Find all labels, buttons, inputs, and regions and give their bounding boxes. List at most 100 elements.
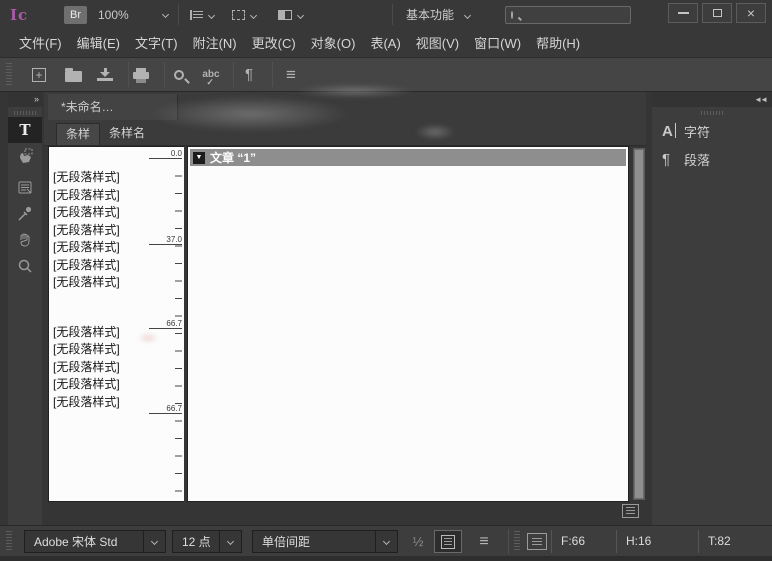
- collapse-triangle-icon[interactable]: ▼: [193, 152, 205, 164]
- minimize-button[interactable]: [668, 3, 698, 23]
- menu-object[interactable]: 对象(O): [304, 30, 363, 58]
- story-header[interactable]: ▼ 文章 “1”: [190, 149, 626, 166]
- menu-changes[interactable]: 更改(C): [245, 30, 303, 58]
- divider: [508, 529, 509, 554]
- eyedropper-tool-icon: [16, 205, 34, 223]
- panel-character-label: 字符: [684, 122, 710, 141]
- zoom-tool-icon: [16, 257, 34, 275]
- status-bar: Adobe 宋体 Std 12 点 单倍间距 ½ ≡ F:66 H:16 T:8…: [0, 525, 772, 556]
- info-panel-icon: [441, 535, 455, 549]
- zoom-tool[interactable]: [8, 253, 42, 279]
- chevron-down-icon: [375, 531, 397, 552]
- view-options-dropdown[interactable]: [190, 6, 214, 24]
- position-tool[interactable]: [8, 143, 42, 169]
- maximize-button[interactable]: [702, 3, 732, 23]
- style-row[interactable]: [无段落样式]: [49, 257, 148, 275]
- spellcheck-button[interactable]: abc✓: [196, 58, 226, 91]
- view-tab-galley[interactable]: 条样: [56, 123, 100, 145]
- divider: [272, 62, 273, 87]
- document-tab-untitled[interactable]: *未命名…: [48, 94, 178, 120]
- chevron-down-icon: [162, 11, 169, 18]
- story-area[interactable]: ▼ 文章 “1”: [187, 146, 629, 502]
- style-row[interactable]: [无段落样式]: [49, 274, 148, 292]
- ruler-label: 66.7: [149, 404, 182, 414]
- close-button[interactable]: ×: [736, 3, 766, 23]
- panel-character[interactable]: A 字符: [652, 117, 772, 145]
- style-row[interactable]: [无段落样式]: [49, 324, 148, 342]
- open-button[interactable]: [58, 58, 88, 91]
- leading-value: 单倍间距: [253, 533, 375, 550]
- view-tab-bar: 条样 条样名: [44, 120, 646, 146]
- panel-paragraph[interactable]: ¶ 段落: [652, 145, 772, 173]
- note-tool[interactable]: [8, 175, 42, 201]
- hidden-characters-button[interactable]: ¶: [234, 58, 264, 91]
- toolbar-grip[interactable]: [6, 63, 12, 87]
- new-document-icon: +: [32, 68, 46, 82]
- font-family-dropdown[interactable]: Adobe 宋体 Std: [24, 530, 166, 553]
- menu-notes[interactable]: 附注(N): [186, 30, 244, 58]
- style-row[interactable]: [无段落样式]: [49, 222, 148, 240]
- maximize-icon: [713, 9, 722, 17]
- dock-grip[interactable]: [701, 111, 723, 115]
- style-row[interactable]: [无段落样式]: [49, 169, 148, 187]
- tools-grip[interactable]: [14, 111, 36, 115]
- frame-edges-dropdown[interactable]: [232, 6, 256, 24]
- stats-grip[interactable]: [514, 531, 520, 552]
- style-row[interactable]: [无段落样式]: [49, 394, 148, 412]
- hand-tool[interactable]: [8, 227, 42, 253]
- menu-help[interactable]: 帮助(H): [529, 30, 587, 58]
- workspace-switcher[interactable]: 基本功能: [406, 6, 470, 24]
- statusbar-menu-button[interactable]: ≡: [472, 530, 496, 553]
- search-box: [505, 6, 631, 24]
- galley-info-toggle-button[interactable]: [434, 530, 462, 553]
- dock-collapse-button[interactable]: ◄◄: [652, 92, 772, 107]
- vertical-scrollbar[interactable]: [633, 148, 645, 500]
- leading-dropdown[interactable]: 单倍间距: [252, 530, 398, 553]
- style-row[interactable]: [无段落样式]: [49, 376, 148, 394]
- chevron-down-icon: [208, 11, 215, 18]
- view-tab-second[interactable]: 条样名: [100, 123, 154, 145]
- font-size-dropdown[interactable]: 12 点: [172, 530, 242, 553]
- eyedropper-tool[interactable]: [8, 201, 42, 227]
- print-button[interactable]: [126, 58, 156, 91]
- toolbar-menu-button[interactable]: ≡: [276, 58, 306, 91]
- statusbar-grip[interactable]: [6, 531, 12, 552]
- chevron-down-icon: [464, 12, 471, 19]
- search-button[interactable]: [164, 58, 194, 91]
- search-icon: [511, 11, 513, 19]
- menu-bar: 文件(F) 编辑(E) 文字(T) 附注(N) 更改(C) 对象(O) 表(A)…: [0, 30, 772, 58]
- print-icon: [133, 72, 149, 79]
- style-row[interactable]: [无段落样式]: [49, 341, 148, 359]
- menu-view[interactable]: 视图(V): [409, 30, 466, 58]
- line-spacing-button[interactable]: ½: [408, 530, 428, 553]
- style-row[interactable]: [无段落样式]: [49, 187, 148, 205]
- zoom-level-value: 100%: [98, 8, 129, 22]
- menu-window[interactable]: 窗口(W): [467, 30, 528, 58]
- style-row[interactable]: [无段落样式]: [49, 204, 148, 222]
- style-row[interactable]: [无段落样式]: [49, 239, 148, 257]
- type-tool[interactable]: T: [8, 117, 42, 143]
- menu-edit[interactable]: 编辑(E): [70, 30, 127, 58]
- story-overset-indicator-icon: [622, 504, 639, 518]
- hamburger-icon: ≡: [286, 65, 296, 85]
- new-document-button[interactable]: +: [24, 58, 54, 91]
- tools-panel: » T: [8, 92, 42, 525]
- screen-mode-dropdown[interactable]: [278, 6, 303, 24]
- zoom-level-dropdown[interactable]: 100%: [98, 6, 168, 24]
- divider: [178, 4, 179, 25]
- stat-t: T:82: [698, 530, 760, 553]
- save-content-button[interactable]: [90, 58, 120, 91]
- view-options-icon: [190, 10, 203, 20]
- workspace: » T: [0, 92, 772, 525]
- tools-expand-button[interactable]: »: [8, 92, 42, 107]
- frame-edges-icon: [232, 10, 245, 20]
- menu-type[interactable]: 文字(T): [128, 30, 185, 58]
- bridge-button[interactable]: Br: [64, 6, 87, 24]
- search-input[interactable]: [513, 8, 667, 22]
- style-row[interactable]: [无段落样式]: [49, 359, 148, 377]
- menu-table[interactable]: 表(A): [363, 30, 407, 58]
- menu-file[interactable]: 文件(F): [12, 30, 69, 58]
- chevron-down-icon: [250, 11, 257, 18]
- ruler-label: 0.0: [149, 149, 182, 159]
- scrollbar-thumb[interactable]: [634, 149, 644, 499]
